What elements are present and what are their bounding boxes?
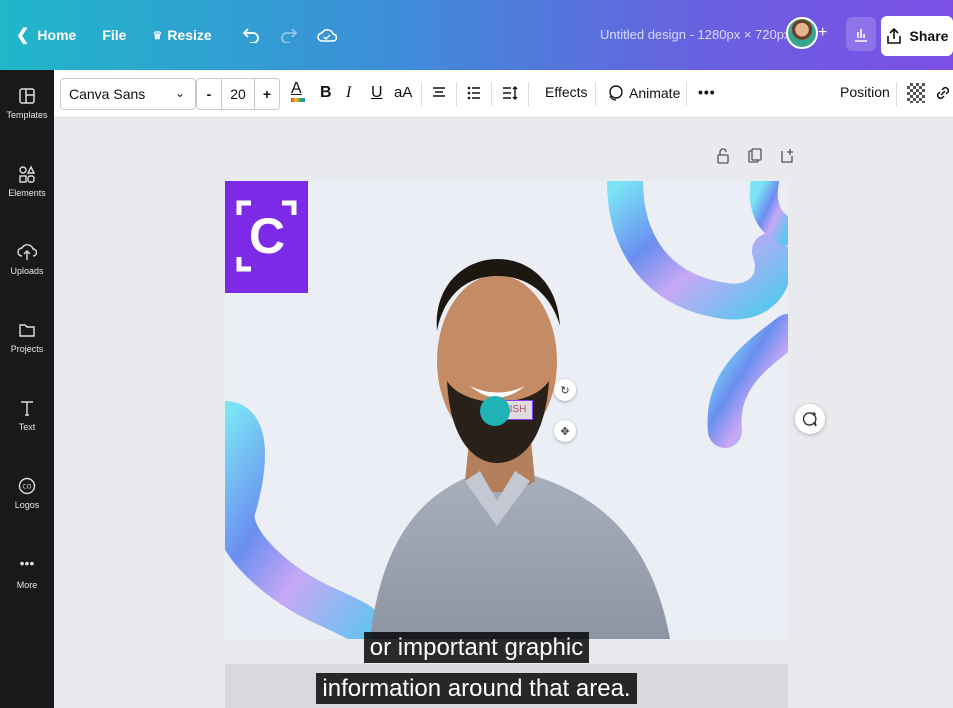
resize-label: Resize <box>167 27 212 43</box>
file-menu[interactable]: File <box>102 27 126 43</box>
comment-sparkle-icon <box>802 412 817 427</box>
divider <box>421 82 422 106</box>
underline-button[interactable]: U <box>371 84 383 102</box>
animate-label: Animate <box>629 85 681 101</box>
decrease-size-button[interactable]: - <box>197 86 221 102</box>
home-button[interactable]: ❮ Home <box>16 25 76 45</box>
sidebar-item-label: More <box>16 580 38 590</box>
bold-button[interactable]: B <box>320 84 332 102</box>
sidebar-item-label: Uploads <box>10 266 44 276</box>
text-color-icon: A <box>291 80 302 97</box>
add-page-icon[interactable] <box>780 148 794 164</box>
share-button[interactable]: Share <box>881 16 953 56</box>
text-color-button[interactable]: A <box>291 80 305 102</box>
animate-button[interactable]: Animate <box>606 84 680 102</box>
logos-icon: CO <box>18 477 36 495</box>
brand-logo[interactable]: C <box>225 181 308 293</box>
teal-circle-element[interactable] <box>480 396 510 426</box>
font-size-input[interactable]: 20 <box>221 79 255 109</box>
move-icon[interactable]: ✥ <box>554 420 576 442</box>
color-swatch <box>291 98 305 102</box>
font-size-stepper: - 20 + <box>196 78 280 110</box>
sidebar-item-logos[interactable]: CO Logos <box>0 476 54 510</box>
share-icon <box>886 27 901 44</box>
sidebar-item-text[interactable]: Text <box>0 398 54 432</box>
text-toolbar: Canva Sans ⌄ - 20 + A B I U aA Effects A… <box>54 70 953 118</box>
link-icon[interactable] <box>934 84 952 102</box>
transparency-icon[interactable] <box>907 83 925 103</box>
caption-text: or important graphic <box>363 632 590 663</box>
redo-icon[interactable] <box>276 22 302 48</box>
caption-text: information around that area. <box>316 673 637 704</box>
divider <box>491 82 492 106</box>
design-title[interactable]: Untitled design - 1280px × 720px <box>600 27 790 42</box>
divider <box>456 82 457 106</box>
letter-case-button[interactable]: aA <box>394 84 412 101</box>
chevron-left-icon: ❮ <box>16 27 30 44</box>
avatar[interactable] <box>786 17 818 49</box>
divider <box>686 82 687 106</box>
sidebar-item-label: Elements <box>8 188 46 198</box>
home-label: Home <box>37 27 77 43</box>
position-button[interactable]: Position <box>840 84 890 100</box>
crown-icon: ♛ <box>152 29 163 42</box>
divider <box>896 82 897 106</box>
insights-button[interactable] <box>846 17 876 51</box>
sidebar-item-label: Logos <box>14 500 40 510</box>
sidebar: Templates Elements Uploads Projects Text… <box>0 70 54 708</box>
add-collaborator-icon[interactable]: + <box>818 24 827 42</box>
italic-button[interactable]: I <box>346 84 351 102</box>
projects-icon <box>19 324 35 337</box>
holographic-shape <box>749 181 788 245</box>
increase-size-button[interactable]: + <box>255 86 279 102</box>
file-label: File <box>102 27 127 43</box>
divider <box>595 82 596 106</box>
bullet-list-icon[interactable] <box>466 85 482 101</box>
font-family-select[interactable]: Canva Sans ⌄ <box>60 78 196 110</box>
more-icon: ••• <box>19 555 35 571</box>
magic-suggest-button[interactable] <box>795 404 825 434</box>
sidebar-item-uploads[interactable]: Uploads <box>0 242 54 276</box>
sidebar-item-projects[interactable]: Projects <box>0 320 54 354</box>
divider <box>528 82 529 106</box>
font-family-value: Canva Sans <box>69 86 146 102</box>
caption-line-1: or important graphic <box>0 631 953 665</box>
sidebar-item-more[interactable]: ••• More <box>0 556 54 590</box>
duplicate-page-icon[interactable] <box>748 148 762 164</box>
text-icon <box>21 401 33 416</box>
sidebar-item-label: Text <box>18 422 36 432</box>
resize-button[interactable]: ♛ Resize <box>152 27 211 43</box>
share-label: Share <box>909 28 949 44</box>
sidebar-item-templates[interactable]: Templates <box>0 86 54 120</box>
sidebar-item-label: Projects <box>10 344 44 354</box>
undo-icon[interactable] <box>238 22 264 48</box>
effects-button[interactable]: Effects <box>545 84 588 100</box>
sidebar-item-label: Templates <box>6 110 48 120</box>
holographic-shape <box>707 314 788 448</box>
line-spacing-icon[interactable] <box>501 85 519 101</box>
cloud-save-icon[interactable] <box>314 22 340 48</box>
logo-letter: C <box>249 208 286 264</box>
holographic-shape <box>225 401 395 639</box>
svg-text:CO: CO <box>23 484 32 491</box>
chevron-down-icon: ⌄ <box>174 86 185 100</box>
elements-icon <box>19 165 36 183</box>
templates-icon <box>19 88 35 104</box>
animate-icon <box>609 85 623 101</box>
more-options-button[interactable]: ••• <box>698 84 716 100</box>
lock-icon[interactable] <box>716 148 730 164</box>
uploads-icon <box>17 244 37 260</box>
page-tools <box>716 148 794 164</box>
align-center-icon[interactable] <box>431 85 447 101</box>
top-bar: ❮ Home File ♛ Resize Untitled design - 1… <box>0 0 953 70</box>
bar-chart-icon <box>855 29 867 42</box>
caption-line-2: information around that area. <box>0 672 953 706</box>
rotate-icon[interactable]: ↻ <box>554 379 576 401</box>
sidebar-item-elements[interactable]: Elements <box>0 164 54 198</box>
